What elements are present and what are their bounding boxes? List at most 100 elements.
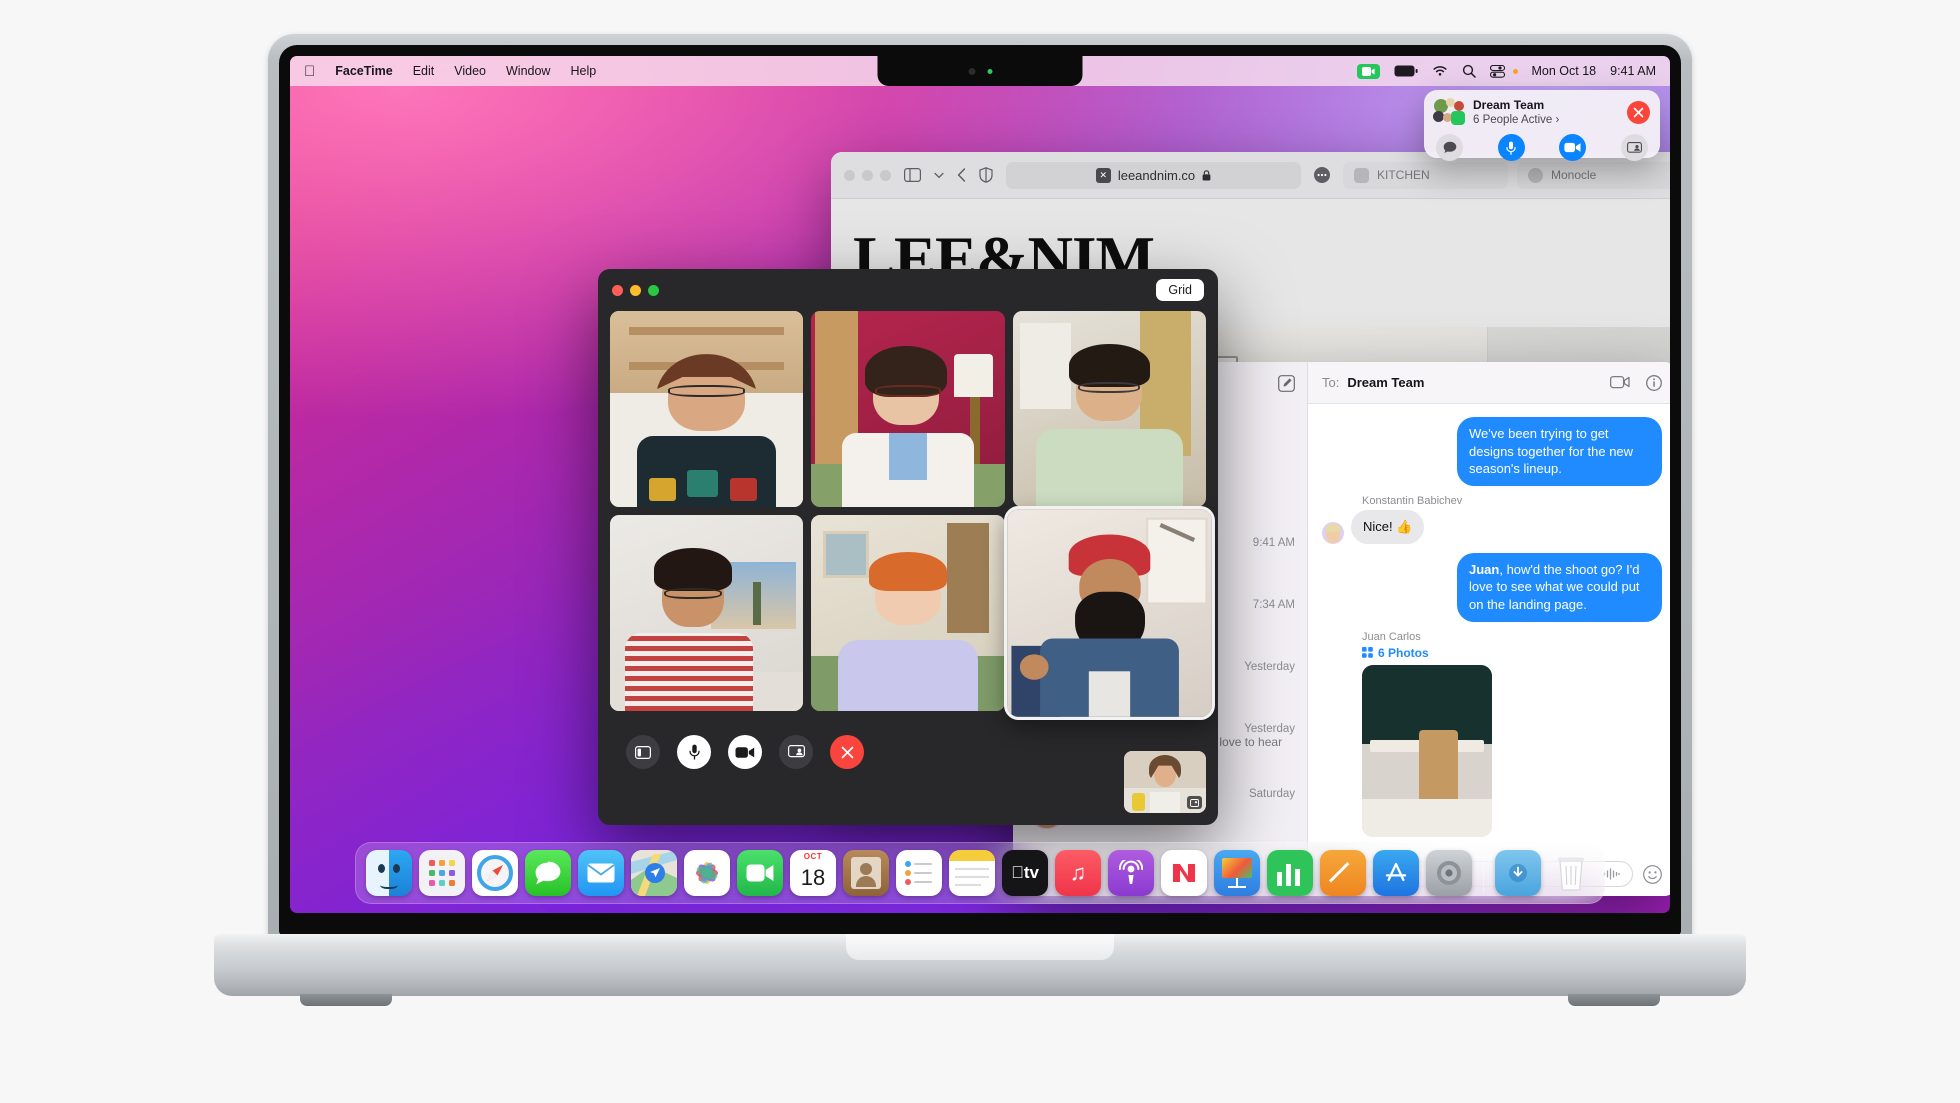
chevron-down-icon[interactable]: [934, 172, 944, 179]
participant-tile-5[interactable]: [811, 515, 1005, 711]
popover-controls: [1434, 134, 1650, 162]
messages-thread-header: To: Dream Team: [1308, 362, 1670, 404]
laptop-base: [214, 934, 1746, 1006]
dock-item-reminders[interactable]: [896, 850, 942, 896]
facetime-call-popover[interactable]: Dream Team 6 People Active ›: [1424, 90, 1660, 162]
sidebar-toggle-icon[interactable]: [904, 168, 921, 182]
menu-item-facetime[interactable]: FaceTime: [335, 64, 392, 78]
facetime-camera-lens: [968, 67, 975, 75]
popover-subtitle[interactable]: 6 People Active ›: [1473, 113, 1559, 127]
dock: OCT 18 tv ♫: [355, 842, 1605, 904]
wifi-icon[interactable]: [1432, 65, 1448, 77]
dock-item-launchpad[interactable]: [419, 850, 465, 896]
more-menu-icon[interactable]: [1314, 167, 1330, 183]
share-screen-button[interactable]: [779, 735, 813, 769]
menu-item-window[interactable]: Window: [506, 64, 550, 78]
dock-item-safari[interactable]: [472, 850, 518, 896]
compose-icon[interactable]: [1278, 374, 1295, 392]
thread-recipient[interactable]: Dream Team: [1347, 375, 1424, 390]
video-button[interactable]: [728, 735, 762, 769]
sidebar-toggle-button[interactable]: [626, 735, 660, 769]
avatar: [1322, 521, 1344, 544]
message-button[interactable]: [1436, 134, 1463, 162]
end-call-button[interactable]: [1627, 101, 1650, 125]
dock-item-maps[interactable]: [631, 850, 677, 896]
camera-active-icon[interactable]: [1356, 63, 1380, 79]
dock-item-podcasts[interactable]: [1108, 850, 1154, 896]
grid-view-button[interactable]: Grid: [1156, 279, 1204, 301]
tab-monocle[interactable]: Monocle: [1517, 161, 1670, 189]
dock-item-notes[interactable]: [949, 850, 995, 896]
photo-attachment-preview[interactable]: [1362, 664, 1492, 837]
safari-tab-bar: KITCHEN Monocle It's Nice That: [1343, 161, 1670, 189]
video-button[interactable]: [1559, 134, 1587, 162]
self-view-thumbnail[interactable]: [1124, 751, 1206, 813]
conversation-time: Yesterday: [1244, 723, 1295, 735]
laptop-foot-left: [300, 994, 392, 1006]
tab-favicon-icon: [1354, 167, 1369, 183]
participant-tile-3[interactable]: [1012, 311, 1206, 507]
dock-item-keynote[interactable]: [1214, 850, 1260, 896]
laptop-foot-right: [1568, 994, 1660, 1006]
end-call-button[interactable]: [830, 735, 864, 769]
dock-item-contacts[interactable]: [843, 850, 889, 896]
menu-bar-clock[interactable]: 9:41 AM: [1610, 64, 1656, 78]
popover-title: Dream Team: [1473, 98, 1545, 112]
desktop-screen:  FaceTime Edit Video Window Help: [290, 56, 1670, 913]
recording-indicator-dot: [1512, 68, 1518, 74]
safari-traffic-lights[interactable]: [844, 169, 891, 181]
menu-item-help[interactable]: Help: [570, 64, 596, 78]
facetime-window[interactable]: Grid: [598, 269, 1218, 825]
tab-kitchen[interactable]: KITCHEN: [1343, 161, 1508, 189]
video-camera-icon[interactable]: [1610, 375, 1630, 391]
privacy-shield-icon[interactable]: [979, 167, 993, 183]
dock-item-appletv[interactable]: tv: [1002, 850, 1048, 896]
participant-tile-4[interactable]: [610, 515, 804, 711]
battery-icon[interactable]: [1394, 65, 1418, 77]
control-center-icon[interactable]: [1489, 64, 1505, 78]
dock-item-photos[interactable]: [684, 850, 730, 896]
conversation-time: Yesterday: [1244, 661, 1295, 673]
audio-waveform-icon[interactable]: [1603, 868, 1620, 880]
message-bubble-incoming: Nice! 👍: [1351, 510, 1425, 544]
message-bubble-outgoing: Juan, how'd the shoot go? I'd love to se…: [1457, 552, 1662, 622]
self-view-switch-icon[interactable]: [1187, 796, 1202, 809]
tab-label: KITCHEN: [1377, 168, 1430, 182]
participant-tile-1[interactable]: [610, 311, 804, 507]
dock-item-numbers[interactable]: [1267, 850, 1313, 896]
popover-header: Dream Team 6 People Active ›: [1433, 97, 1650, 127]
macbook-pro-device:  FaceTime Edit Video Window Help: [214, 34, 1746, 1006]
address-bar[interactable]: ✕ leeandnim.co: [1006, 161, 1301, 189]
dock-item-trash[interactable]: [1548, 850, 1594, 896]
dock-item-downloads[interactable]: [1495, 850, 1541, 896]
conversation-time: 7:34 AM: [1252, 599, 1295, 611]
dock-item-appstore[interactable]: [1373, 850, 1419, 896]
menu-bar-date[interactable]: Mon Oct 18: [1532, 64, 1597, 78]
apple-menu-icon[interactable]: : [304, 64, 315, 79]
dock-item-facetime[interactable]: [737, 850, 783, 896]
dock-item-messages[interactable]: [525, 850, 571, 896]
message-sender-name: Juan Carlos: [1362, 630, 1421, 643]
dock-item-finder[interactable]: [366, 850, 412, 896]
menu-item-video[interactable]: Video: [454, 64, 486, 78]
microphone-button[interactable]: [677, 735, 711, 769]
facetime-traffic-lights[interactable]: [612, 284, 659, 296]
info-icon[interactable]: [1646, 374, 1662, 391]
dock-item-systempreferences[interactable]: [1426, 850, 1472, 896]
participant-tile-6[interactable]: [1003, 505, 1215, 721]
share-screen-button[interactable]: [1620, 134, 1648, 162]
participant-tile-2[interactable]: [811, 311, 1005, 507]
spotlight-search-icon[interactable]: [1462, 64, 1476, 78]
photo-attachment-link[interactable]: 6 Photos: [1362, 646, 1662, 660]
menu-item-edit[interactable]: Edit: [413, 64, 435, 78]
calendar-day: 18: [800, 864, 826, 890]
dock-item-mail[interactable]: [578, 850, 624, 896]
photo-grid-icon: [1362, 647, 1373, 659]
dock-item-music[interactable]: ♫: [1055, 850, 1101, 896]
dock-item-calendar[interactable]: OCT 18: [790, 850, 836, 896]
mute-button[interactable]: [1497, 134, 1525, 162]
dock-item-pages[interactable]: [1320, 850, 1366, 896]
emoji-smiley-icon[interactable]: [1643, 864, 1662, 884]
back-chevron-icon[interactable]: [957, 168, 966, 182]
dock-item-news[interactable]: [1161, 850, 1207, 896]
